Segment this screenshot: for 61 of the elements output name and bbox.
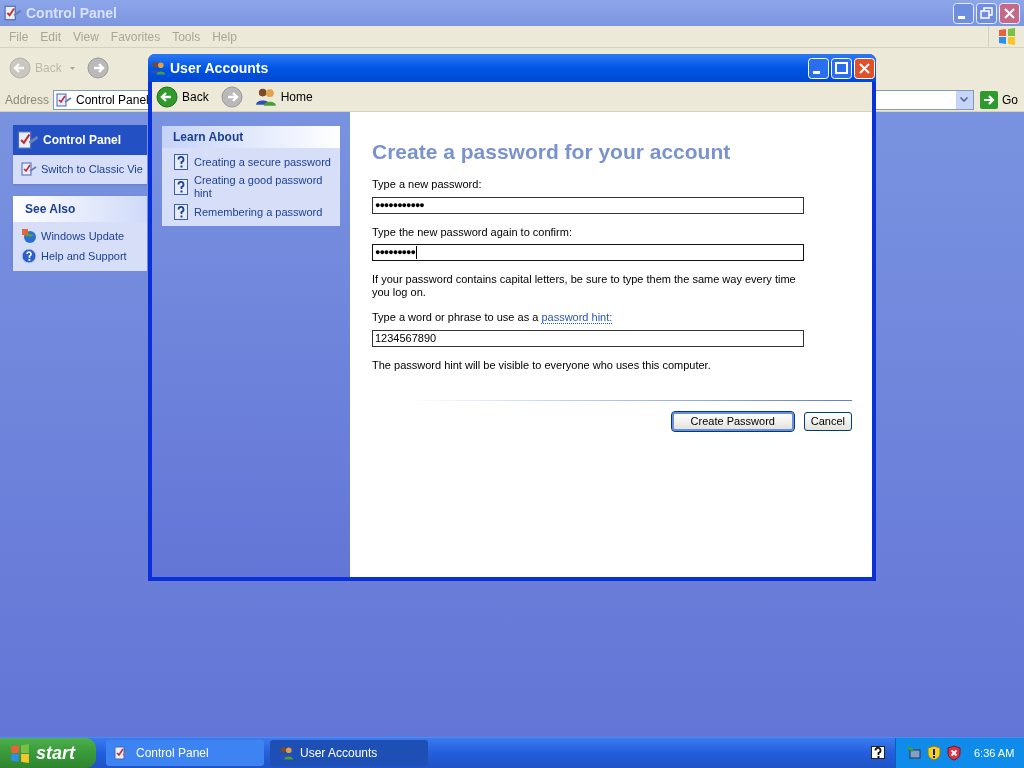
back-circle-icon[interactable] — [156, 85, 178, 108]
users-icon — [278, 745, 294, 761]
chevron-down-icon — [960, 97, 969, 102]
help-page-icon — [174, 204, 188, 220]
task-link[interactable]: Switch to Classic Vie — [41, 161, 143, 178]
text-field[interactable]: 1234567890 — [372, 329, 804, 347]
flag-logo-icon — [997, 28, 1016, 45]
flag-logo-icon — [10, 743, 30, 763]
globe-icon — [21, 227, 37, 244]
shield-icon[interactable] — [946, 745, 962, 761]
panel-title: See Also — [25, 200, 76, 218]
address-label: Address — [5, 91, 50, 109]
taskbar-button[interactable]: Control Panel — [106, 740, 264, 766]
control-panel-icon — [17, 129, 39, 151]
help-icon[interactable] — [871, 745, 885, 761]
text-field[interactable]: ●●●●●●●●● — [372, 244, 804, 261]
field-value: 1234567890 — [375, 332, 437, 344]
dialog-button[interactable]: Cancel — [803, 411, 852, 431]
dropdown-button[interactable] — [956, 90, 973, 109]
dialog-title: User Accounts — [170, 58, 269, 78]
minimize-button[interactable] — [953, 2, 974, 24]
taskbar-button[interactable]: User Accounts — [270, 740, 428, 766]
close-button[interactable] — [999, 2, 1020, 24]
help-text: The password hint will be visible to everyone who uses this computer. — [372, 358, 712, 372]
task-link[interactable]: Windows Update — [41, 227, 125, 244]
field-label: Type a word or phrase to use as a password hint: — [372, 310, 614, 326]
shield-icon[interactable] — [926, 745, 942, 761]
restore-button[interactable] — [976, 2, 997, 24]
clock: 6:36 AM — [974, 745, 1015, 761]
go-button[interactable]: Go — [980, 90, 1018, 109]
panel-title: Control Panel — [43, 132, 121, 149]
window-title: Control Panel — [26, 3, 117, 23]
home-button[interactable]: Home — [254, 85, 313, 108]
maximize-button[interactable] — [831, 57, 852, 79]
field-label: Type a new password: — [372, 177, 483, 192]
help-page-icon — [174, 179, 188, 195]
help-topic-link[interactable]: Creating a secure password — [194, 155, 331, 169]
control-panel-icon — [4, 4, 22, 22]
help-topic-link[interactable]: Remembering a password — [194, 205, 323, 219]
dialog-button[interactable]: Create Password — [671, 411, 794, 431]
dropdown-caret-icon[interactable] — [69, 66, 75, 70]
text-caret — [415, 246, 417, 259]
users-icon — [150, 60, 166, 76]
panel-title: Learn About — [173, 129, 244, 146]
field-label: Type the new password again to confirm: — [372, 224, 573, 240]
help-page-icon — [174, 154, 188, 170]
field-value: ●●●●●●●●● — [375, 248, 415, 257]
back-button[interactable]: Back — [156, 85, 209, 108]
control-panel-icon — [114, 745, 130, 761]
help-topic-link[interactable]: Creating a good password hint — [194, 174, 336, 200]
task-link[interactable]: Help and Support — [41, 248, 127, 265]
text-field[interactable]: ●●●●●●●●●●● — [372, 196, 804, 214]
field-value: ●●●●●●●●●●● — [375, 200, 424, 210]
control-panel-icon — [56, 91, 73, 108]
address-value: Control Panel — [76, 91, 149, 109]
start-button[interactable]: start — [0, 738, 96, 768]
help-text: If your password contains capital letters, be sure to type them the same way every time you log on. — [372, 273, 797, 299]
help-link[interactable]: password hint: — [541, 311, 613, 324]
help-icon — [21, 248, 37, 265]
control-panel-icon — [21, 161, 37, 178]
page-heading: Create a password for your account — [372, 139, 732, 165]
